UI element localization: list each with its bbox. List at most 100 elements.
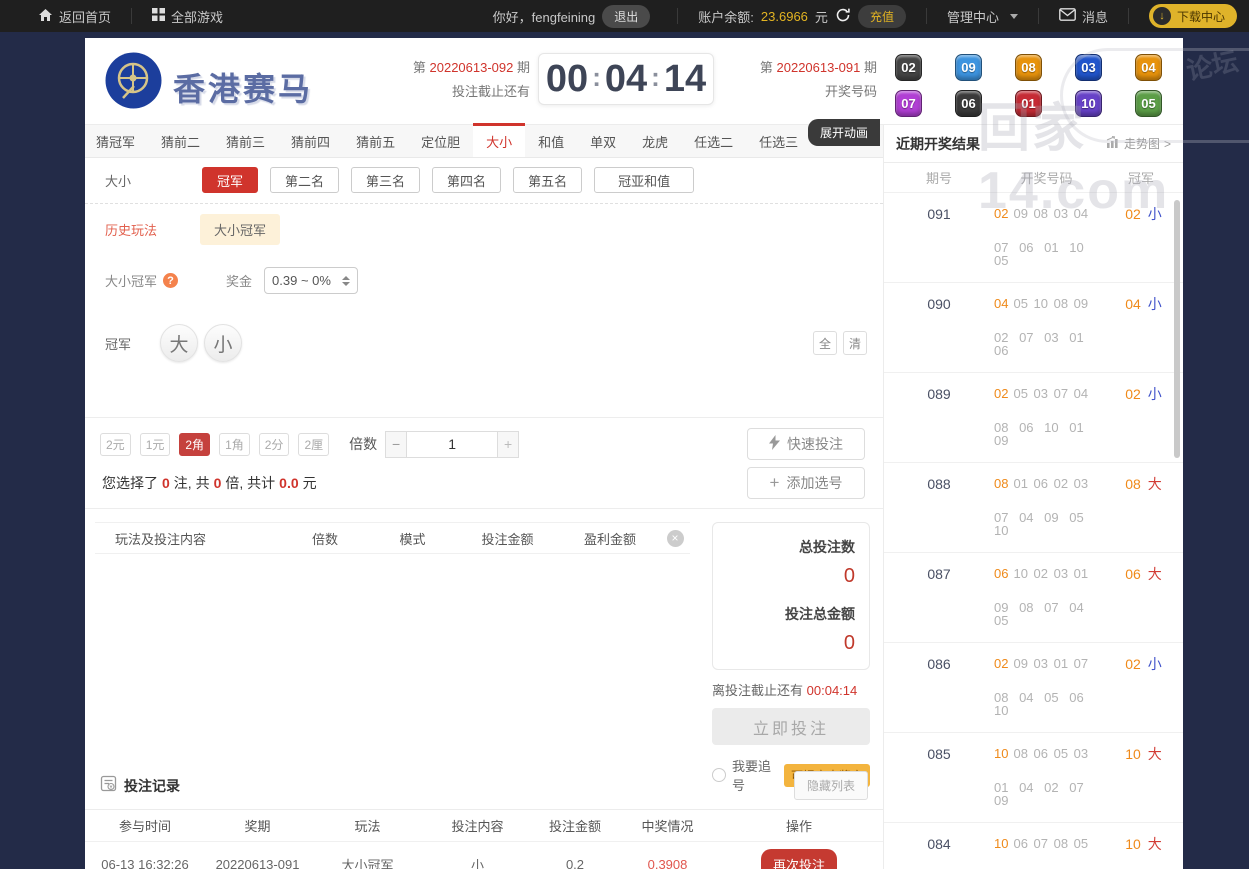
position-btn[interactable]: 冠亚和值 (594, 167, 694, 193)
nav-tab[interactable]: 猜前二 (148, 125, 213, 157)
record-col-header: 奖期 (205, 816, 310, 835)
result-ball: 06 (955, 90, 982, 117)
bonus-label: 奖金 (226, 271, 252, 290)
result-label: 开奖号码 (747, 85, 877, 98)
greeting: 你好，fengfeining (493, 7, 596, 26)
result-ball: 09 (955, 54, 982, 81)
champion-options-row: 冠军 大 小 全 清 (85, 324, 883, 362)
bonus-value: 0.39 ~ 0% (272, 273, 331, 288)
result-numbers: 0209 03 01 07 08 04 05 06 10 (994, 657, 1104, 717)
home-link[interactable]: 返回首页 (38, 7, 111, 26)
nav-tab[interactable]: 单双 (577, 125, 629, 157)
hide-list-button[interactable]: 隐藏列表 (794, 771, 868, 800)
help-icon[interactable]: ? (163, 273, 178, 288)
refresh-icon[interactable] (835, 7, 851, 26)
nav-tab-active[interactable]: 大小 (473, 125, 525, 157)
unit-btn[interactable]: 2元 (100, 433, 131, 456)
result-row: 088 0801 06 02 03 07 04 09 05 10 08大 (884, 463, 1183, 553)
unit-btn[interactable]: 2厘 (298, 433, 329, 456)
bonus-select[interactable]: 0.39 ~ 0% (264, 267, 358, 294)
recharge-button[interactable]: 充值 (858, 5, 906, 28)
divider (131, 8, 132, 24)
results-col-header: 期号 (884, 168, 994, 187)
nav-tab[interactable]: 猜前四 (278, 125, 343, 157)
download-center-button[interactable]: ↓ 下载中心 (1149, 4, 1237, 28)
result-row: 089 0205 03 07 04 08 06 10 01 09 02小 (884, 373, 1183, 463)
nav-tab[interactable]: 猜前三 (213, 125, 278, 157)
clear-cart-icon[interactable]: × (667, 530, 684, 547)
result-numbers: 1006 07 08 05 04 09 01 02 03 (994, 837, 1104, 869)
result-champion: 02小 (1104, 387, 1183, 447)
draw-result-balls: 02 09 08 03 04 07 06 01 10 05 (895, 54, 1162, 117)
record-time: 06-13 16:32:26 (85, 857, 205, 869)
position-btn[interactable]: 第四名 (432, 167, 501, 193)
option-small[interactable]: 小 (204, 324, 242, 362)
admin-center-menu[interactable]: 管理中心 (947, 7, 1018, 26)
home-label: 返回首页 (59, 7, 111, 26)
unit-btn[interactable]: 1元 (140, 433, 171, 456)
cart-col-header: 模式 (370, 529, 455, 548)
multiplier-stepper: − + (385, 431, 519, 458)
record-col-header: 玩法 (310, 816, 425, 835)
trend-chart-link[interactable]: 走势图> (1106, 135, 1171, 152)
result-ball: 04 (1135, 54, 1162, 81)
result-period: 085 (884, 747, 994, 807)
position-btn[interactable]: 第三名 (351, 167, 420, 193)
chase-radio[interactable] (712, 768, 726, 782)
add-selection-button[interactable]: + 添加选号 (747, 467, 865, 499)
total-amount-label: 投注总金额 (727, 604, 855, 624)
messages-link[interactable]: 消息 (1059, 7, 1108, 26)
result-row: 090 0405 10 08 09 02 07 03 01 06 04小 (884, 283, 1183, 373)
play-type-nav: 猜冠军 猜前二 猜前三 猜前四 猜前五 定位胆 大小 和值 单双 龙虎 任选二 … (85, 125, 883, 158)
position-btn-active[interactable]: 冠军 (202, 167, 258, 193)
clear-button[interactable]: 清 (843, 331, 867, 355)
unit-btn-active[interactable]: 2角 (179, 433, 210, 456)
position-btn[interactable]: 第五名 (513, 167, 582, 193)
history-play-tag[interactable]: 大小冠军 (200, 214, 280, 245)
minus-button[interactable]: − (385, 431, 407, 458)
unit-btn[interactable]: 2分 (259, 433, 290, 456)
play-name: 大小冠军 (105, 271, 157, 290)
nav-tab[interactable]: 猜前五 (343, 125, 408, 157)
selected-times: 0 (214, 475, 222, 491)
grid-icon (152, 8, 165, 24)
nav-tab[interactable]: 猜冠军 (85, 125, 148, 157)
expand-animation-button[interactable]: 展开动画 (808, 119, 880, 146)
chase-label: 我要追号 (732, 756, 778, 794)
totals-box: 总投注数 0 投注总金额 0 (712, 522, 870, 670)
option-big[interactable]: 大 (160, 324, 198, 362)
nav-tab[interactable]: 定位胆 (408, 125, 473, 157)
divider (926, 8, 927, 24)
submit-bet-button[interactable]: 立即投注 (712, 708, 870, 745)
plus-button[interactable]: + (497, 431, 519, 458)
result-numbers: 0405 10 08 09 02 07 03 01 06 (994, 297, 1104, 357)
unit-btn[interactable]: 1角 (219, 433, 250, 456)
result-ball: 01 (1015, 90, 1042, 117)
nav-tab[interactable]: 任选三 (746, 125, 811, 157)
unit-selector-row: 2元 1元 2角 1角 2分 2厘 倍数 − + 快速投注 (85, 417, 883, 460)
betting-area: 猜冠军 猜前二 猜前三 猜前四 猜前五 定位胆 大小 和值 单双 龙虎 任选二 … (85, 125, 883, 869)
content-panel: 香港赛马 第 20220613-092 期 投注截止还有 00:04:14 第 … (85, 38, 1183, 869)
countdown-seconds: 14 (664, 58, 706, 101)
record-icon (100, 775, 117, 797)
result-row: 084 1006 07 08 05 04 09 01 02 03 10大 (884, 823, 1183, 869)
select-all-button[interactable]: 全 (813, 331, 837, 355)
nav-tab[interactable]: 任选二 (681, 125, 746, 157)
all-games-link[interactable]: 全部游戏 (152, 7, 223, 26)
nav-tab[interactable]: 和值 (525, 125, 577, 157)
lightning-icon (769, 435, 780, 453)
position-btn[interactable]: 第二名 (270, 167, 339, 193)
bet-again-button[interactable]: 再次投注 (761, 849, 837, 869)
multiplier-input[interactable] (407, 431, 497, 458)
bonus-row: 大小冠军 ? 奖金 0.39 ~ 0% (85, 267, 883, 294)
history-play-row: 历史玩法 大小冠军 (85, 204, 883, 255)
cart-table: 玩法及投注内容 倍数 模式 投注金额 盈利金额 × (95, 522, 690, 753)
result-champion: 10大 (1104, 837, 1183, 869)
site-name: 香港赛马 (173, 64, 313, 110)
total-bets-label: 总投注数 (727, 537, 855, 557)
quick-bet-button[interactable]: 快速投注 (747, 428, 865, 460)
logout-button[interactable]: 退出 (602, 5, 650, 28)
record-play: 大小冠军 (310, 855, 425, 869)
scrollbar-thumb[interactable] (1174, 200, 1180, 458)
nav-tab[interactable]: 龙虎 (629, 125, 681, 157)
